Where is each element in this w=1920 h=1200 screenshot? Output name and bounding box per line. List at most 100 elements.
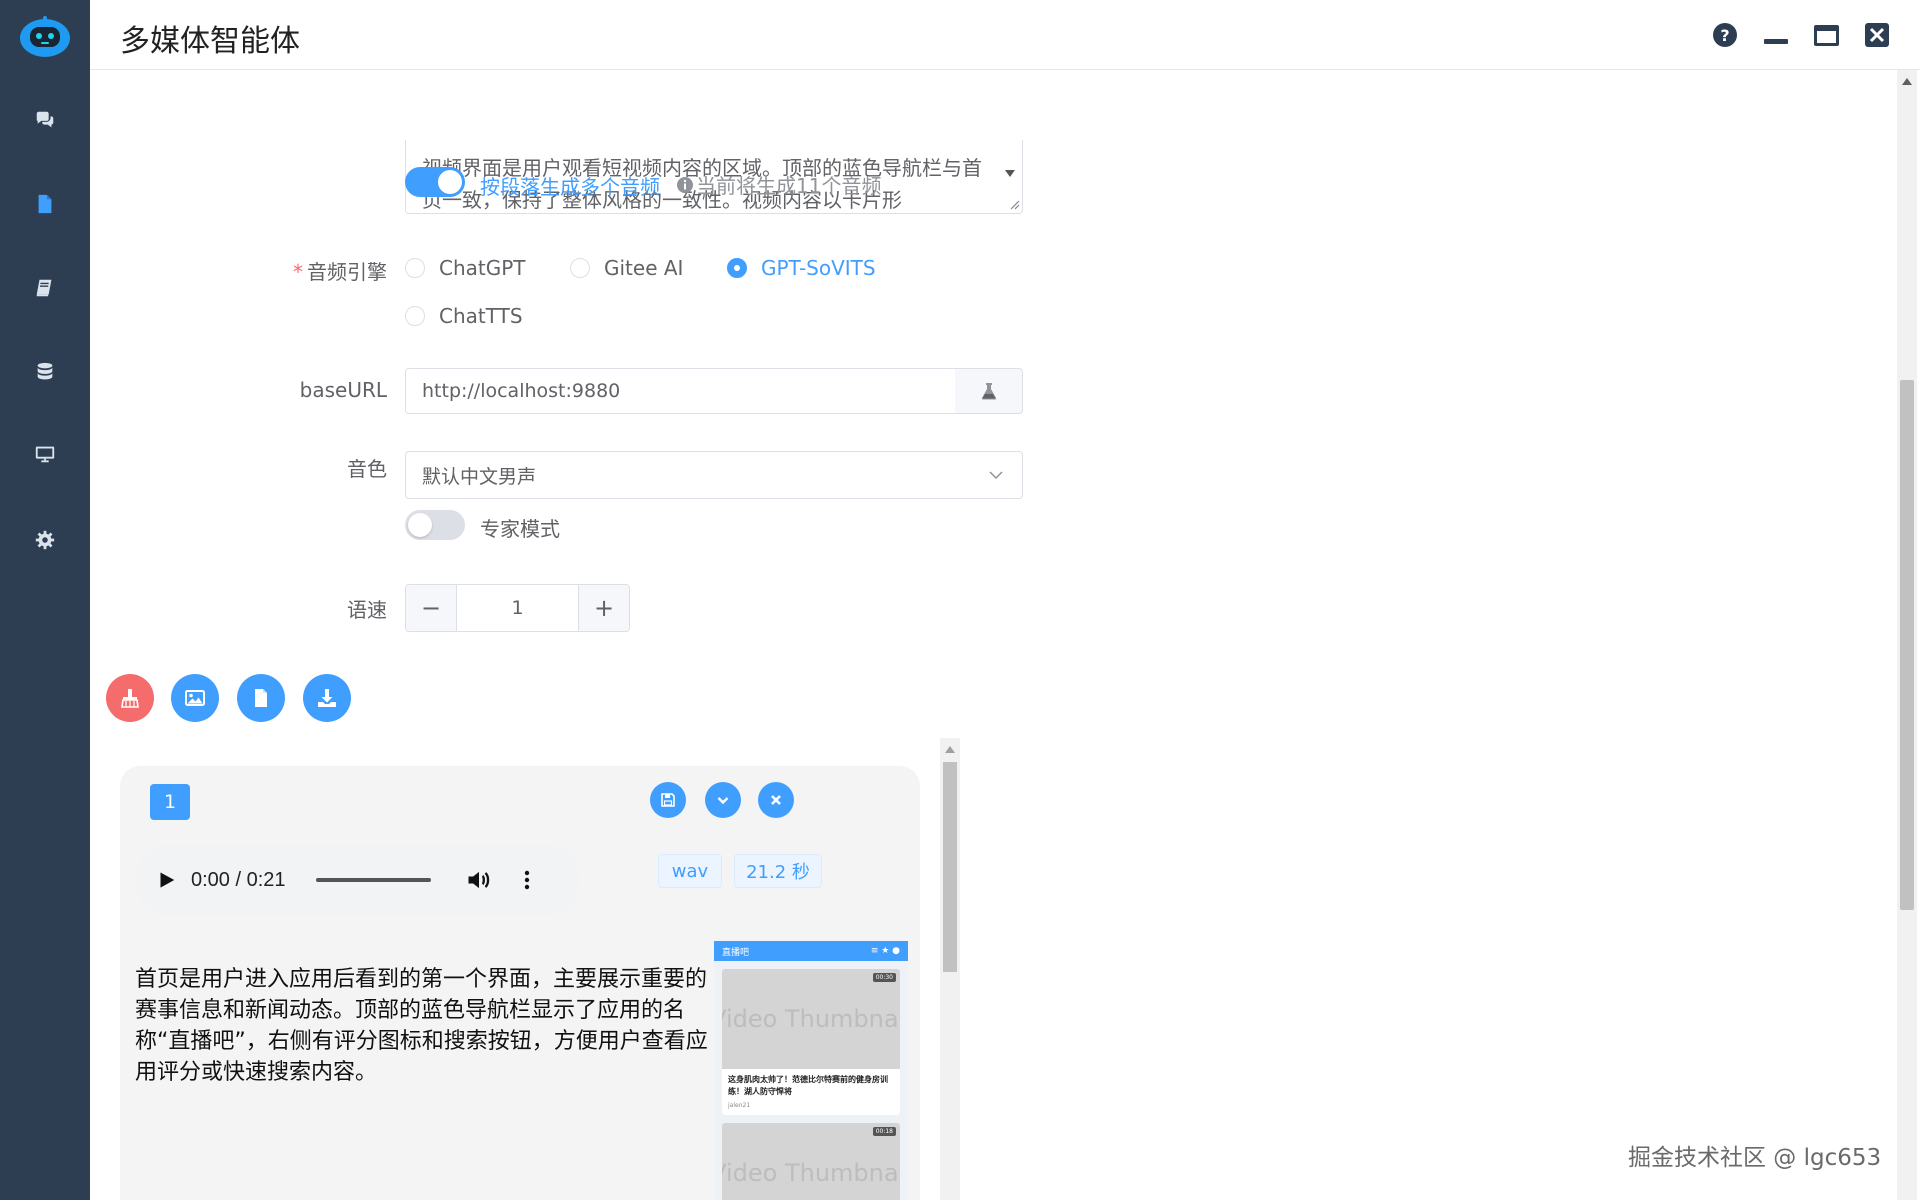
voice-label: 音色 [347, 457, 387, 481]
file-icon [255, 689, 267, 707]
help-button[interactable]: ? [1710, 20, 1740, 50]
thumbnail-label: Video Thumbnail [722, 1005, 900, 1033]
audio-list-scrollbar[interactable] [940, 738, 960, 1200]
sidebar-item-monitor[interactable] [25, 434, 65, 474]
expert-mode-switch[interactable] [405, 510, 465, 540]
expert-mode-label: 专家模式 [480, 517, 560, 541]
app-window: 多媒体智能体 ? 视频界面是用户观看短视频内容的区域。顶部的蓝色导航栏与首页一致… [0, 0, 1920, 1200]
thumbnail-video-card: Video Thumbnail 00:18 [722, 1123, 900, 1200]
split-hint-text: 当前将生成11个音频 [696, 174, 882, 198]
minimize-icon [1764, 39, 1788, 44]
thumbnail-caption: 这身肌肉太帅了！范德比尔特赛前的健身房训练！湖人防守悍将 [728, 1075, 888, 1096]
close-icon [1865, 23, 1889, 47]
resize-grip-icon[interactable] [1008, 198, 1020, 210]
speed-label: 语速 [347, 598, 387, 622]
page-scrollbar[interactable] [1897, 70, 1917, 1200]
clear-button[interactable] [106, 674, 154, 722]
audio-card: 1 0:00 / 0:21 wav 21.2 秒 首页是用户进入应用后看到的第一… [120, 766, 920, 1200]
engine-option-label: Gitee AI [604, 256, 684, 280]
volume-icon[interactable] [465, 866, 493, 894]
thumbnail-video-card: Video Thumbnail 00:30 这身肌肉太帅了！范德比尔特赛前的健身… [722, 969, 900, 1115]
sidebar-item-settings[interactable] [25, 520, 65, 560]
chevron-down-icon [717, 797, 729, 805]
speed-value[interactable]: 1 [456, 585, 579, 631]
split-hint: 当前将生成11个音频 [676, 170, 881, 199]
chat-icon [36, 111, 54, 128]
save-icon [661, 793, 675, 807]
thumbnail-video-image: Video Thumbnail 00:18 [722, 1123, 900, 1200]
baseurl-input[interactable]: http://localhost:9880 [405, 368, 957, 414]
help-icon: ? [1713, 23, 1737, 47]
chevron-down-icon [989, 471, 1003, 480]
engine-option-chatgpt[interactable]: ChatGPT [405, 256, 526, 280]
expand-button[interactable] [705, 782, 741, 818]
textarea-scroll-down-icon[interactable] [1005, 170, 1015, 177]
gear-icon [35, 530, 55, 550]
monitor-icon [35, 446, 55, 463]
book-icon [36, 279, 52, 297]
thumbnail-duration: 00:18 [872, 1127, 896, 1136]
title-bar: 多媒体智能体 ? [90, 0, 1920, 70]
engine-option-gpt-sovits[interactable]: GPT-SoVITS [727, 256, 876, 280]
close-icon [771, 795, 781, 805]
split-paragraph-switch[interactable] [405, 167, 465, 197]
minimize-button[interactable] [1760, 20, 1790, 50]
robot-logo-icon [19, 14, 71, 60]
paragraph-text: 首页是用户进入应用后看到的第一个界面，主要展示重要的赛事信息和新闻动态。顶部的蓝… [135, 967, 708, 1085]
image-button[interactable] [171, 674, 219, 722]
maximize-button[interactable] [1811, 20, 1841, 50]
audio-progress-bar[interactable] [315, 878, 431, 882]
svg-text:?: ? [1720, 26, 1729, 45]
watermark: 掘金技术社区 @ lgc653 [1628, 1145, 1882, 1171]
engine-option-label: GPT-SoVITS [761, 256, 876, 280]
audio-player: 0:00 / 0:21 [135, 844, 580, 916]
engine-option-gitee[interactable]: Gitee AI [570, 256, 683, 280]
page-scrollbar-thumb[interactable] [1900, 380, 1914, 910]
image-icon [185, 690, 205, 706]
test-connection-button[interactable] [955, 368, 1023, 414]
baseurl-label: baseURL [299, 378, 387, 402]
scroll-up-arrow-icon[interactable] [1902, 78, 1912, 85]
thumbnail-header-icons: ≡ ★ ● [870, 946, 900, 956]
thumbnail-label: Video Thumbnail [722, 1159, 900, 1187]
speed-increase-button[interactable]: + [579, 585, 629, 631]
download-button[interactable] [303, 674, 351, 722]
card-index-badge: 1 [150, 784, 190, 820]
play-icon[interactable] [155, 869, 177, 891]
thumbnail-video-image: Video Thumbnail 00:30 [722, 969, 900, 1069]
voice-select[interactable]: 默认中文男声 [405, 451, 1023, 499]
screenshot-thumbnail[interactable]: 直播吧 ≡ ★ ● Video Thumbnail 00:30 这身肌肉太帅了！… [714, 941, 908, 1200]
engine-option-label: ChatTTS [439, 304, 523, 328]
file-icon [38, 194, 52, 214]
speed-decrease-button[interactable]: − [406, 585, 456, 631]
engine-option-label: ChatGPT [439, 256, 526, 280]
sidebar-item-chat[interactable] [25, 100, 65, 140]
delete-button[interactable] [758, 782, 794, 818]
sidebar-item-database[interactable] [25, 352, 65, 392]
download-icon [318, 689, 336, 707]
sidebar-item-document[interactable] [25, 184, 65, 224]
flask-icon [981, 383, 996, 400]
audio-time: 0:00 / 0:21 [191, 868, 286, 891]
speed-stepper[interactable]: − 1 + [405, 584, 630, 632]
close-button[interactable] [1862, 20, 1892, 50]
audio-list-scrollbar-thumb[interactable] [943, 762, 957, 972]
save-button[interactable] [650, 782, 686, 818]
engine-option-chattts[interactable]: ChatTTS [405, 304, 523, 328]
thumbnail-header: 直播吧 ≡ ★ ● [714, 941, 908, 961]
thumbnail-duration: 00:30 [872, 973, 896, 982]
format-tag: wav [658, 854, 722, 888]
document-button[interactable] [237, 674, 285, 722]
sidebar-item-book[interactable] [25, 268, 65, 308]
scroll-up-arrow-icon[interactable] [945, 746, 955, 753]
engine-label: * 音频引擎 [293, 260, 387, 284]
broom-icon [121, 689, 139, 708]
app-title: 多媒体智能体 [120, 24, 300, 59]
maximize-icon [1814, 25, 1839, 46]
thumbnail-author: jalen21 [728, 1102, 751, 1109]
database-icon [37, 362, 53, 380]
info-icon [677, 176, 693, 193]
more-options-icon[interactable] [515, 868, 539, 892]
voice-select-value: 默认中文男声 [422, 465, 537, 488]
thumbnail-app-title: 直播吧 [722, 947, 750, 958]
